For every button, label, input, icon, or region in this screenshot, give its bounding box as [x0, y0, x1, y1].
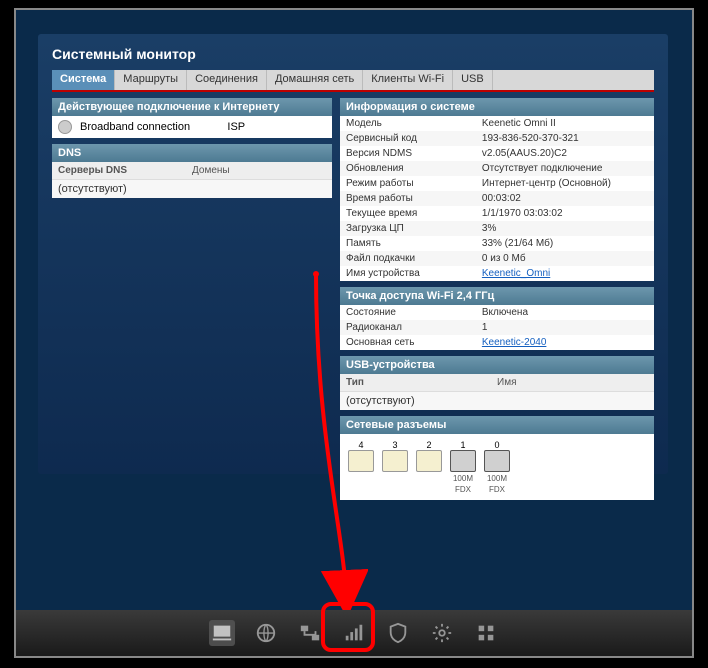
tab-usb[interactable]: USB: [453, 70, 493, 90]
info-row: Сервисный код193-836-520-370-321: [340, 131, 654, 146]
taskbar-monitor-icon[interactable]: [209, 620, 235, 646]
panel-head: Информация о системе: [340, 98, 654, 116]
info-key: Имя устройства: [346, 268, 482, 279]
tab-routes[interactable]: Маршруты: [115, 70, 187, 90]
info-key: Состояние: [346, 307, 482, 318]
wifi-panel: Точка доступа Wi-Fi 2,4 ГГц СостояниеВкл…: [340, 287, 654, 350]
tab-wifi-clients[interactable]: Клиенты Wi-Fi: [363, 70, 453, 90]
info-value: 193-836-520-370-321: [482, 133, 648, 144]
info-value[interactable]: Keenetic-2040: [482, 337, 648, 348]
info-key: Версия NDMS: [346, 148, 482, 159]
port-icon: [416, 450, 442, 472]
port: 0 100M FDX: [482, 440, 512, 494]
col-header: Домены: [192, 165, 230, 176]
port-icon: [382, 450, 408, 472]
info-value: 00:03:02: [482, 193, 648, 204]
info-key: Текущее время: [346, 208, 482, 219]
taskbar: [16, 610, 692, 656]
info-key: Основная сеть: [346, 337, 482, 348]
info-key: Радиоканал: [346, 322, 482, 333]
info-value: 1/1/1970 03:03:02: [482, 208, 648, 219]
col-header: Серверы DNS: [58, 165, 192, 176]
info-value: Интернет-центр (Основной): [482, 178, 648, 189]
tab-connections[interactable]: Соединения: [187, 70, 267, 90]
info-value: Keenetic Omni II: [482, 118, 648, 129]
taskbar-network-icon[interactable]: [297, 620, 323, 646]
info-value: Отсутствует подключение: [482, 163, 648, 174]
panel-head: USB-устройства: [340, 356, 654, 374]
page-title: Системный монитор: [52, 46, 654, 62]
info-row: Время работы00:03:02: [340, 191, 654, 206]
port: 1 100M FDX: [448, 440, 478, 494]
info-row: Радиоканал1: [340, 320, 654, 335]
empty-text: (отсутствуют): [340, 392, 654, 410]
info-key: Обновления: [346, 163, 482, 174]
info-key: Загрузка ЦП: [346, 223, 482, 234]
info-key: Сервисный код: [346, 133, 482, 144]
dns-panel: DNS Серверы DNSДомены (отсутствуют): [52, 144, 332, 198]
ports-panel: Сетевые разъемы 4321 100M FDX 0 100M FDX: [340, 416, 654, 500]
port: 4: [346, 440, 376, 472]
info-key: Время работы: [346, 193, 482, 204]
connection-provider: ISP: [227, 121, 245, 133]
port: 3: [380, 440, 410, 472]
port-number: 0: [482, 440, 512, 450]
tab-homenet[interactable]: Домашняя сеть: [267, 70, 363, 90]
info-value: 3%: [482, 223, 648, 234]
taskbar-shield-icon[interactable]: [385, 620, 411, 646]
info-row: Память33% (21/64 Мб): [340, 236, 654, 251]
info-value[interactable]: Keenetic_Omni: [482, 268, 648, 279]
info-row: Основная сетьKeenetic-2040: [340, 335, 654, 350]
port-icon: [348, 450, 374, 472]
info-row: Версия NDMSv2.05(AAUS.20)C2: [340, 146, 654, 161]
usb-panel: USB-устройства ТипИмя (отсутствуют): [340, 356, 654, 410]
port-icon: [484, 450, 510, 472]
info-key: Режим работы: [346, 178, 482, 189]
empty-text: (отсутствуют): [52, 180, 332, 198]
panel-head: Действующее подключение к Интернету: [52, 98, 332, 116]
info-value: 0 из 0 Мб: [482, 253, 648, 264]
tab-system[interactable]: Система: [52, 70, 115, 90]
port-number: 2: [414, 440, 444, 450]
port: 2: [414, 440, 444, 472]
info-key: Файл подкачки: [346, 253, 482, 264]
port-icon: [450, 450, 476, 472]
info-value: 33% (21/64 Мб): [482, 238, 648, 249]
connection-panel: Действующее подключение к Интернету Broa…: [52, 98, 332, 138]
status-icon: [58, 120, 72, 134]
taskbar-apps-icon[interactable]: [473, 620, 499, 646]
port-number: 1: [448, 440, 478, 450]
port-number: 3: [380, 440, 410, 450]
col-header: Тип: [346, 377, 497, 388]
info-value: v2.05(AAUS.20)C2: [482, 148, 648, 159]
taskbar-wifi-icon[interactable]: [341, 620, 367, 646]
port-number: 4: [346, 440, 376, 450]
info-row: Загрузка ЦП3%: [340, 221, 654, 236]
sysinfo-panel: Информация о системе МодельKeenetic Omni…: [340, 98, 654, 281]
connection-name: Broadband connection: [80, 121, 227, 133]
info-value: 1: [482, 322, 648, 333]
port-duplex: FDX: [482, 485, 512, 494]
info-key: Память: [346, 238, 482, 249]
col-header: Имя: [497, 377, 516, 388]
info-key: Модель: [346, 118, 482, 129]
info-row: Режим работыИнтернет-центр (Основной): [340, 176, 654, 191]
info-value: Включена: [482, 307, 648, 318]
port-duplex: FDX: [448, 485, 478, 494]
port-speed: 100M: [448, 474, 478, 483]
port-speed: 100M: [482, 474, 512, 483]
info-row: Файл подкачки0 из 0 Мб: [340, 251, 654, 266]
panel-head: Точка доступа Wi-Fi 2,4 ГГц: [340, 287, 654, 305]
taskbar-globe-icon[interactable]: [253, 620, 279, 646]
info-row: ОбновленияОтсутствует подключение: [340, 161, 654, 176]
tabs-bar: Система Маршруты Соединения Домашняя сет…: [52, 70, 654, 90]
info-row: Текущее время1/1/1970 03:03:02: [340, 206, 654, 221]
taskbar-gear-icon[interactable]: [429, 620, 455, 646]
info-row: МодельKeenetic Omni II: [340, 116, 654, 131]
panel-head: Сетевые разъемы: [340, 416, 654, 434]
panel-head: DNS: [52, 144, 332, 162]
info-row: СостояниеВключена: [340, 305, 654, 320]
info-row: Имя устройстваKeenetic_Omni: [340, 266, 654, 281]
